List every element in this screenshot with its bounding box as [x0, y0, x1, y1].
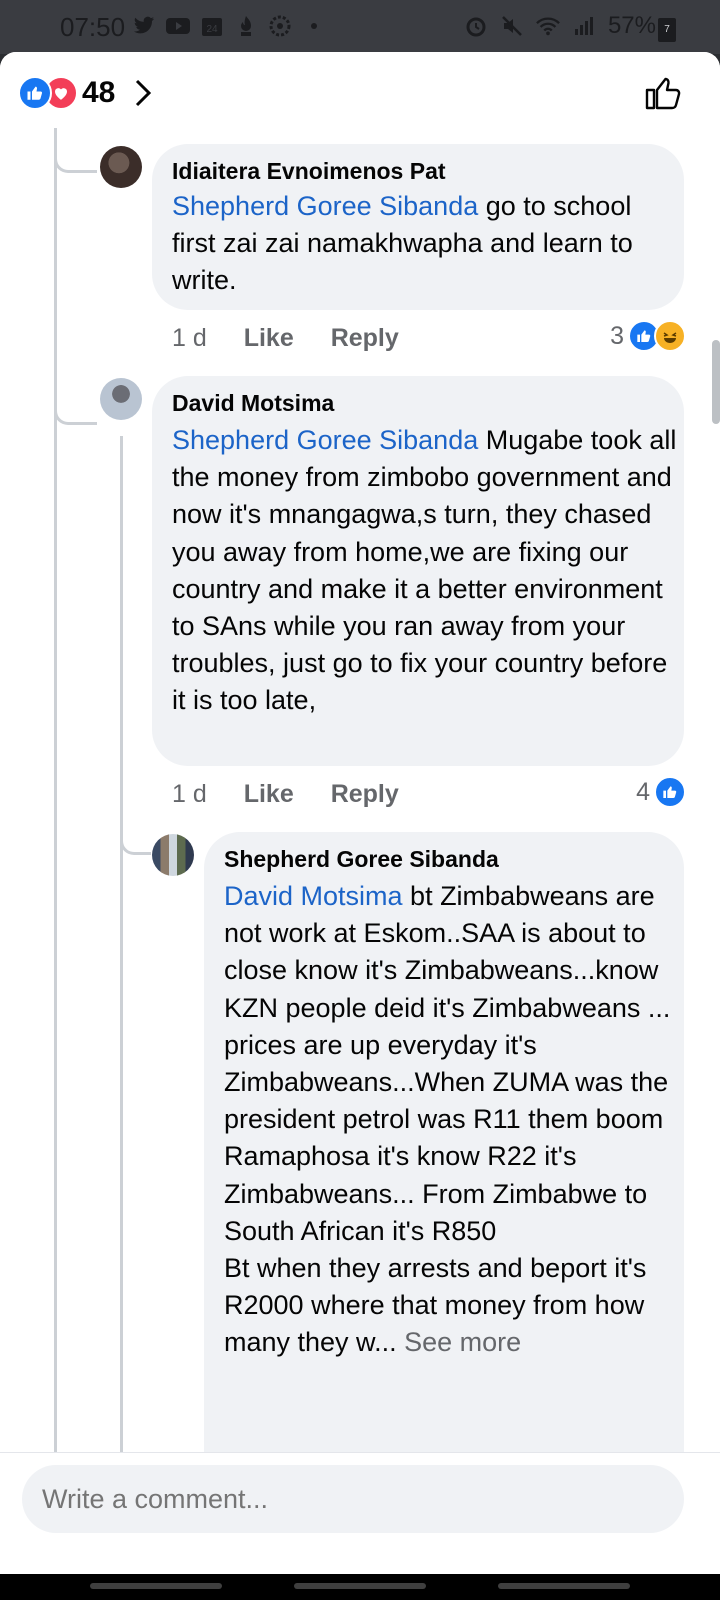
comment-actions: 1 d Like Reply: [172, 324, 399, 353]
thread-line: [120, 436, 123, 1574]
comment-bubble[interactable]: Idiaitera Evnoimenos Pat Shepherd Goree …: [152, 144, 684, 310]
mute-icon: [500, 14, 524, 38]
dot-icon: [302, 14, 326, 38]
reaction-count[interactable]: 48: [82, 76, 115, 110]
thread-connector: [54, 382, 97, 425]
thread-line: [54, 132, 57, 1574]
like-post-button[interactable]: [644, 74, 682, 117]
mention-link[interactable]: David Motsima: [224, 881, 403, 911]
battery-percentage: 57%: [607, 12, 656, 39]
scrollbar[interactable]: [712, 340, 720, 424]
comment-text: David Motsima bt Zimbabweans are not wor…: [224, 878, 674, 1362]
battery-level-badge: 7: [664, 24, 670, 35]
reply-button[interactable]: Reply: [331, 780, 399, 808]
comment-body: Mugabe took all the money from zimbobo g…: [172, 425, 677, 716]
comment-author[interactable]: David Motsima: [172, 390, 334, 417]
nav-home-button[interactable]: [294, 1583, 426, 1589]
svg-text:24: 24: [206, 24, 218, 35]
avatar[interactable]: [100, 378, 142, 420]
comment-input[interactable]: [22, 1465, 684, 1533]
twitter-icon: [132, 14, 156, 38]
notification-icon: [234, 14, 258, 38]
comment-reaction-count: 4: [636, 777, 650, 806]
comment-composer: [0, 1452, 720, 1574]
comment-time[interactable]: 1 d: [172, 324, 207, 352]
alarm-icon: [464, 14, 488, 38]
nav-recents-button[interactable]: [90, 1583, 222, 1589]
battery-icon: 7: [658, 18, 676, 42]
calendar-icon: 24: [200, 14, 224, 38]
status-bar: 07:50 24 57% 7: [0, 0, 720, 54]
comment-author[interactable]: Shepherd Goree Sibanda: [224, 846, 499, 873]
status-time: 07:50: [60, 12, 126, 42]
mention-link[interactable]: Shepherd Goree Sibanda: [172, 191, 478, 221]
haha-reaction-icon: [654, 320, 686, 352]
reply-button[interactable]: Reply: [331, 324, 399, 352]
comment-reactions[interactable]: 4: [636, 776, 686, 808]
thread-connector: [120, 812, 151, 855]
like-reaction-icon: [18, 76, 52, 110]
comments-sheet: 48 Idiaitera Evnoimenos Pat Shepherd Gor…: [0, 52, 720, 1574]
comment-reactions[interactable]: 3: [610, 320, 686, 352]
comment-body: bt Zimbabweans are not work at Eskom..SA…: [224, 881, 671, 1246]
see-more-link[interactable]: See more: [404, 1327, 521, 1357]
comment-actions: 1 d Like Reply: [172, 780, 399, 809]
like-reaction-icon: [654, 776, 686, 808]
comment-reaction-count: 3: [610, 321, 624, 350]
comment-time[interactable]: 1 d: [172, 780, 207, 808]
comment-bubble[interactable]: David Motsima Shepherd Goree Sibanda Mug…: [152, 376, 684, 766]
signal-icon: [572, 14, 596, 38]
settings-dot-icon: [268, 14, 292, 38]
thread-connector: [54, 128, 97, 173]
youtube-icon: [166, 14, 190, 38]
chevron-right-icon[interactable]: [134, 78, 152, 113]
comment-text: Shepherd Goree Sibanda go to school firs…: [172, 188, 672, 300]
like-button[interactable]: Like: [244, 780, 294, 808]
nav-back-button[interactable]: [498, 1583, 630, 1589]
reactions-header: 48: [0, 52, 720, 132]
mention-link[interactable]: Shepherd Goree Sibanda: [172, 425, 478, 455]
comment-text: Shepherd Goree Sibanda Mugabe took all t…: [172, 422, 677, 720]
comment-author[interactable]: Idiaitera Evnoimenos Pat: [172, 158, 446, 185]
avatar[interactable]: [152, 834, 194, 876]
like-button[interactable]: Like: [244, 324, 294, 352]
wifi-icon: [536, 14, 560, 38]
status-left-icons: 24: [132, 14, 326, 38]
reaction-summary[interactable]: [18, 76, 78, 110]
status-right-icons: 57%: [464, 12, 656, 40]
avatar[interactable]: [100, 146, 142, 188]
